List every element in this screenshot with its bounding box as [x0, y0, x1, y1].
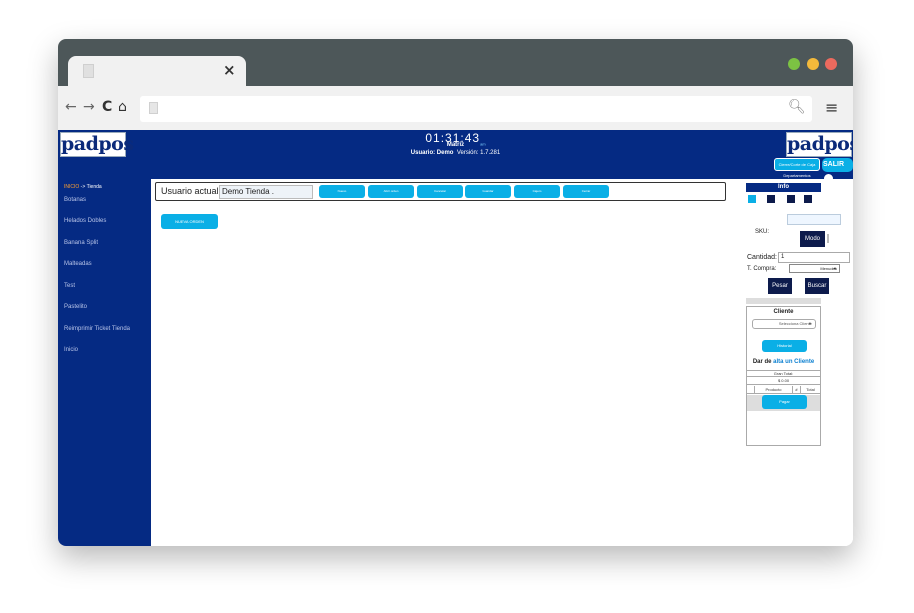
browser-toolbar: ← → C ⌂ 🔍︎ ≡ [58, 86, 853, 130]
home-icon[interactable]: ⌂ [118, 99, 127, 115]
tipo-compra-select[interactable]: Menudeo ▼ [789, 264, 840, 273]
sidebar-item-inicio[interactable]: Inicio [64, 347, 78, 353]
padpos-logo-right: padpos [786, 132, 853, 157]
info-square-icon[interactable] [804, 195, 812, 203]
info-square-icon[interactable] [787, 195, 795, 203]
breadcrumb: INICIO -> Tienda [64, 184, 102, 190]
page-icon [149, 102, 158, 114]
sidebar-item-reimprimir[interactable]: Reimprimir Ticket Tienda [64, 326, 130, 332]
maximize-dot-icon[interactable] [788, 58, 800, 70]
cancelar-button[interactable]: Cancelar [417, 185, 463, 198]
sidebar-item-helados-dobles[interactable]: Helados Dobles [64, 218, 106, 224]
minimize-dot-icon[interactable] [807, 58, 819, 70]
salir-button[interactable]: SALIR [822, 158, 853, 183]
cajero-button[interactable]: Cajero [514, 185, 560, 198]
exit-icon [824, 173, 833, 183]
table-header-count: # [793, 386, 801, 394]
table-header-total: Total [801, 386, 820, 394]
tipo-compra-label: T. Compra: [747, 266, 777, 272]
user-version-line: Usuario: Demo Versión: 1.7.281 [410, 150, 501, 156]
cerrar-button[interactable]: Cerrar [563, 185, 609, 198]
info-square-icon[interactable] [748, 195, 756, 203]
new-order-button[interactable]: NUEVA ORDEN [161, 214, 218, 229]
usuario-field[interactable]: Demo Tienda . [219, 185, 313, 199]
address-bar[interactable]: 🔍︎ [140, 96, 812, 122]
info-square-icon[interactable] [767, 195, 775, 203]
panel-divider [746, 298, 821, 304]
sku-label: SKU: [755, 229, 770, 235]
buscar-button[interactable]: Buscar [805, 278, 829, 294]
gran-total-value: $ 0.00 [747, 378, 820, 385]
modo-button[interactable]: Modo [800, 231, 825, 247]
close-icon[interactable]: × [223, 61, 236, 79]
info-header: Info [746, 183, 821, 192]
modo-indicator [827, 234, 829, 243]
file-icon [83, 64, 94, 78]
search-icon[interactable]: 🔍︎ [788, 99, 806, 115]
alta-cliente-text: Dar de alta un Cliente [752, 359, 815, 365]
pagar-button[interactable]: Pagar [762, 395, 807, 409]
sidebar-item-test[interactable]: Test [64, 283, 75, 289]
back-icon[interactable]: ← [65, 99, 77, 115]
pesar-button[interactable]: Pesar [768, 278, 792, 294]
forward-icon[interactable]: → [83, 99, 95, 115]
nuevo-button[interactable]: Nuevo [319, 185, 365, 198]
cliente-panel: Cliente Selecciona Cliente ▼ Historial Da… [746, 306, 821, 446]
sidebar: INICIO -> Tienda Botanas Helados Dobles … [58, 179, 151, 546]
sidebar-item-malteadas[interactable]: Malteadas [64, 261, 92, 267]
close-dot-icon[interactable] [825, 58, 837, 70]
browser-titlebar: × [58, 39, 853, 86]
guardar-button[interactable]: Guardar [465, 185, 511, 198]
alta-cliente-link[interactable]: alta un Cliente [773, 359, 814, 365]
branch-name: Matriz [446, 142, 465, 148]
sidebar-item-botanas[interactable]: Botanas [64, 197, 86, 203]
gran-total-label: Gran Total: [747, 370, 820, 377]
chevron-down-icon: ▼ [808, 321, 812, 326]
menu-icon[interactable]: ≡ [825, 98, 838, 117]
pos-app: padpos 01:31:43am Matriz Usuario: Demo V… [58, 130, 853, 546]
breadcrumb-current: Tienda [86, 184, 102, 190]
chevron-down-icon: ▼ [833, 266, 837, 271]
app-header: padpos 01:31:43am Matriz Usuario: Demo V… [58, 130, 853, 183]
cantidad-label: Cantidad: [747, 254, 777, 261]
browser-tab[interactable]: × [68, 56, 246, 86]
reload-icon[interactable]: C [102, 99, 112, 115]
browser-window: × ← → C ⌂ 🔍︎ ≡ padpos 01:31:43am Matriz … [58, 39, 853, 546]
cliente-title: Cliente [773, 309, 794, 315]
abrir-orden-button[interactable]: Abrir orden [368, 185, 414, 198]
cierre-caja-button[interactable]: Cierre/Corte de Caja Departamentos [774, 158, 820, 178]
order-toolbar: Usuario actual: Demo Tienda . Nuevo Abri… [155, 182, 726, 201]
table-header-producto: Producto [755, 386, 793, 394]
historial-button[interactable]: Historial [762, 340, 807, 352]
cantidad-input[interactable]: 1 [778, 252, 850, 263]
cliente-select[interactable]: Selecciona Cliente ▼ [752, 319, 816, 329]
table-header-blank [747, 386, 755, 394]
sku-input[interactable] [787, 214, 841, 225]
breadcrumb-home[interactable]: INICIO [64, 184, 79, 190]
usuario-label: Usuario actual: [161, 186, 222, 196]
sidebar-item-pastelito[interactable]: Pastelito [64, 304, 87, 310]
sidebar-item-banana-split[interactable]: Banana Split [64, 240, 98, 246]
